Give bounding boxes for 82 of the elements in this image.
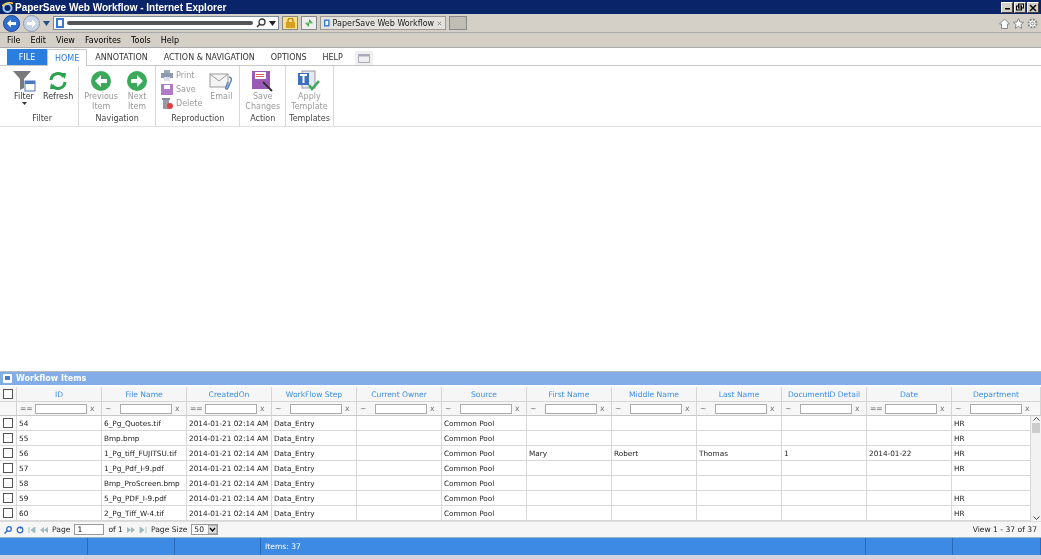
ribbon-button[interactable]: Filter [9,69,39,114]
search-icon[interactable] [256,18,266,28]
scroll-down-icon [1032,516,1040,521]
filter-field[interactable] [205,403,257,414]
menu-item[interactable]: Edit [25,35,51,45]
close-button[interactable] [1027,1,1039,13]
ribbon-tab[interactable]: ACTION & NAVIGATION [155,49,263,65]
page-icon [324,18,330,28]
close-icon[interactable] [437,19,442,27]
lock-icon [285,18,295,28]
filter-field[interactable] [460,403,512,414]
window-title: PaperSave Web Workflow - Internet Explorer [15,1,228,13]
minimize-button[interactable] [1001,1,1013,13]
envelope-icon [209,70,234,91]
scroll-up-icon [1032,416,1040,421]
filter-field[interactable] [545,403,597,414]
trash-icon [161,98,174,109]
ribbon-tab[interactable]: HOME [47,49,88,66]
filter-field[interactable] [630,403,682,414]
close-icon [1028,2,1038,12]
scrollbar-thumb[interactable] [1032,423,1040,433]
group-label: Action [249,114,277,125]
first-page-icon[interactable] [28,526,36,533]
window-layout-button[interactable] [354,51,373,65]
row-checkbox[interactable] [3,448,13,458]
arrows-icon [304,19,314,27]
row-checkbox[interactable] [3,433,13,443]
new-tab-button[interactable] [449,16,467,30]
dropdown-caret-icon[interactable] [269,20,276,26]
compatibility-button[interactable] [301,16,317,30]
star-icon[interactable] [1013,17,1024,29]
filter-field[interactable] [885,403,937,414]
browser-tab[interactable]: PaperSave Web Workflow [320,16,446,30]
security-lock-button[interactable] [282,16,298,30]
refresh-icon[interactable] [16,525,24,534]
floppy-pen-icon [250,69,275,92]
next-page-icon[interactable] [126,526,135,533]
printer-icon [161,70,174,81]
back-button[interactable] [3,14,20,32]
home-icon[interactable] [999,17,1010,29]
row-checkbox[interactable] [3,418,13,428]
dropdown-caret-icon [208,525,218,534]
menu-item[interactable]: Help [155,35,184,45]
ribbon-tab[interactable]: HELP [314,49,351,65]
ribbon-button[interactable]: Refresh [41,69,76,114]
filter-icon [12,69,36,92]
minimize-icon [1004,8,1010,10]
filter-field[interactable] [375,403,427,414]
browser-logo-icon [2,1,13,13]
row-checkbox[interactable] [3,463,13,473]
settings-icon[interactable] [1027,17,1038,29]
filter-field[interactable] [970,403,1022,414]
menu-item[interactable]: Tools [126,35,156,45]
menu-item[interactable]: View [50,35,80,45]
ribbon-tab[interactable]: ANNOTATION [87,49,156,65]
row-checkbox[interactable] [3,493,13,503]
previous-page-icon[interactable] [40,526,48,533]
address-field[interactable] [53,16,279,30]
row-checkbox[interactable] [3,478,13,488]
last-page-icon[interactable] [138,526,147,533]
group-label: Reproduction [170,114,226,125]
menu-item[interactable]: File [2,35,26,45]
menu-item[interactable]: Favorites [79,35,126,45]
select-all-checkbox[interactable] [3,389,13,399]
panel-title: Workflow Items [16,374,87,383]
filter-field[interactable] [290,403,342,414]
file-menu-tab[interactable]: FILE [7,49,47,65]
page-icon [56,18,64,28]
filter-field[interactable] [120,403,172,414]
document-check-icon [297,69,322,92]
scrollbar[interactable] [1031,416,1041,521]
row-checkbox[interactable] [3,508,13,518]
filter-field[interactable] [35,403,87,414]
group-label: Templates [289,114,330,125]
group-label: Navigation [94,114,140,125]
filter-field[interactable] [800,403,852,414]
group-label: Filter [31,114,53,125]
ribbon-tab[interactable]: OPTIONS [262,49,315,65]
restore-button[interactable] [1014,1,1026,13]
restore-icon [1015,2,1025,12]
window-icon [357,53,370,63]
filter-field[interactable] [715,403,767,414]
